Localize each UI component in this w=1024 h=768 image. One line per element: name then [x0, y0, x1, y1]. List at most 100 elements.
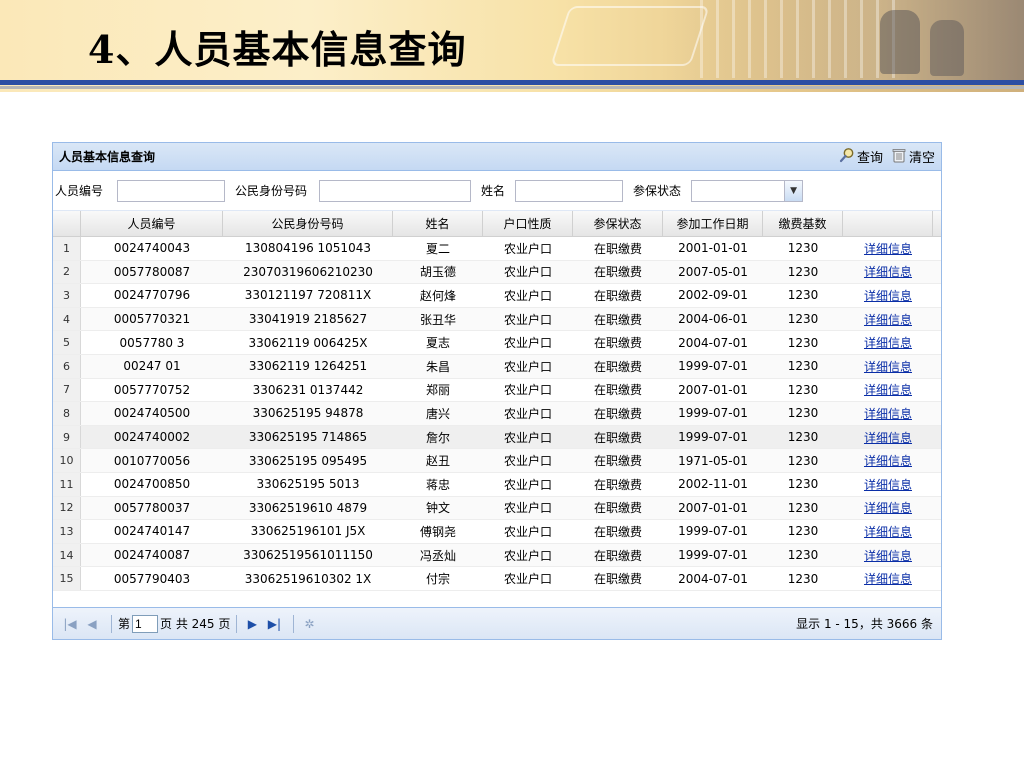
person-id-input[interactable] [117, 179, 226, 202]
cell-payment-base: 1230 [787, 548, 819, 563]
cell-rownum: 1 [53, 237, 81, 260]
table-row[interactable]: 1 0024740043 130804196 1051043 夏二 农业户口 在职缴费 20… [53, 237, 941, 261]
table-row[interactable]: 11 0024700850 330625195 5013 蒋忠 农业户口 在职缴费 2002… [53, 472, 941, 497]
column-header-actions [843, 211, 933, 236]
table-row[interactable]: 5 0057780 3 33062119 006425X 夏志 农业户口 在职缴费 2004… [53, 331, 941, 355]
cell-payment-base: 1230 [787, 359, 819, 374]
cell-insurance-status: 在职缴费 [593, 336, 642, 351]
table-row[interactable]: 7 0057770752 3306231 0137442 郑丽 农业户口 在职缴费 2007… [53, 378, 941, 403]
detail-link[interactable]: 详细信息 [864, 334, 912, 351]
refresh-icon[interactable]: ✲ [300, 617, 318, 631]
name-input[interactable] [515, 179, 624, 202]
person-grid: 人员编号 公民身份号码 姓名 户口性质 参保状态 参加工作日期 缴费基数 1 00… [53, 211, 941, 591]
cell-actions: 详细信息 [843, 497, 933, 520]
cell-name: 胡玉德 [419, 265, 456, 280]
status-select[interactable]: ▼ [691, 179, 804, 202]
cell-actions: 详细信息 [843, 379, 933, 402]
detail-link[interactable]: 详细信息 [864, 311, 912, 328]
detail-link[interactable]: 详细信息 [864, 476, 912, 493]
table-row[interactable]: 2 0057780087 23070319606210230 胡玉德 农业户口 在职缴费 2… [53, 260, 941, 285]
table-row[interactable]: 9 0024740002 330625195 714865 詹尔 农业户口 在职缴费 199… [53, 425, 941, 450]
cell-citizen-id: 330625196101 J5X [250, 524, 366, 539]
cell-actions: 详细信息 [843, 473, 933, 496]
cell-rownum: 6 [53, 354, 81, 378]
cell-insurance-status: 在职缴费 [593, 359, 642, 374]
prev-page-icon[interactable]: ◀ [83, 617, 101, 631]
table-row[interactable]: 14 0024740087 33062519561011150 冯丞灿 农业户口 在职缴费… [53, 543, 941, 568]
column-header-person-id[interactable]: 人员编号 [81, 211, 223, 236]
table-row[interactable]: 8 0024740500 330625195 94878 唐兴 农业户口 在职缴费 1999… [53, 402, 941, 426]
cell-citizen-id: 130804196 1051043 [245, 241, 371, 256]
toolbar-separator [111, 614, 112, 633]
table-row[interactable]: 6 00247 01 33062119 1264251 朱昌 农业户口 在职缴费 1999-… [53, 354, 941, 379]
chevron-down-icon[interactable]: ▼ [784, 180, 803, 201]
detail-link[interactable]: 详细信息 [864, 263, 912, 280]
cell-work-start-date: 1999-07-01 [678, 406, 748, 421]
cell-actions: 详细信息 [843, 237, 933, 260]
cell-payment-base: 1230 [787, 430, 819, 445]
cell-person-id: 0057780037 [113, 500, 191, 515]
banner-rule [0, 86, 1024, 89]
query-button-label: 查询 [856, 151, 883, 166]
cell-person-id: 0024740002 [113, 430, 191, 445]
column-header-household-type[interactable]: 户口性质 [483, 211, 573, 236]
magnifier-icon [839, 147, 855, 166]
cell-household-type: 农业户口 [503, 524, 552, 539]
detail-link[interactable]: 详细信息 [864, 381, 912, 398]
citizen-id-input[interactable] [319, 179, 472, 202]
cell-insurance-status: 在职缴费 [593, 265, 642, 280]
cell-name: 蒋忠 [425, 477, 450, 492]
cell-insurance-status: 在职缴费 [593, 430, 642, 445]
cell-household-type: 农业户口 [503, 312, 552, 327]
cell-household-type: 农业户口 [503, 406, 552, 421]
clear-button[interactable]: 清空 [891, 147, 935, 166]
person-query-panel: 人员基本信息查询 查询 清空 人员编号 公民身份号码 姓名 参保状态 ▼ 人员编… [52, 142, 942, 640]
cell-actions: 详细信息 [843, 355, 933, 378]
cell-person-id: 00247 01 [123, 359, 181, 374]
page-number-input[interactable] [132, 614, 159, 633]
table-row[interactable]: 12 0057780037 33062519610 4879 钟文 农业户口 在职缴费 20… [53, 496, 941, 521]
cell-payment-base: 1230 [787, 477, 819, 492]
column-header-work-start-date[interactable]: 参加工作日期 [663, 211, 763, 236]
clear-button-label: 清空 [908, 151, 935, 166]
cell-work-start-date: 2004-06-01 [678, 312, 748, 327]
cell-name: 郑丽 [425, 383, 450, 398]
detail-link[interactable]: 详细信息 [864, 452, 912, 469]
status-select-field[interactable] [692, 180, 785, 201]
banner-decoration [550, 6, 710, 66]
cell-insurance-status: 在职缴费 [593, 241, 642, 256]
table-row[interactable]: 10 0010770056 330625195 095495 赵丑 农业户口 在职缴费 19… [53, 449, 941, 473]
table-row[interactable]: 13 0024740147 330625196101 J5X 傅钢尧 农业户口 在职缴费 1… [53, 520, 941, 544]
cell-actions: 详细信息 [843, 331, 933, 354]
first-page-icon[interactable]: |◀ [61, 617, 79, 631]
table-row[interactable]: 4 0005770321 33041919 2185627 张丑华 农业户口 在职缴费 20… [53, 307, 941, 332]
column-header-insurance-status[interactable]: 参保状态 [573, 211, 663, 236]
cell-name: 张丑华 [419, 312, 456, 327]
detail-link[interactable]: 详细信息 [864, 358, 912, 375]
detail-link[interactable]: 详细信息 [864, 287, 912, 304]
cell-work-start-date: 2007-01-01 [678, 500, 748, 515]
cell-rownum: 9 [53, 425, 81, 449]
query-button[interactable]: 查询 [839, 147, 883, 166]
banner-silhouette [930, 20, 964, 76]
detail-link[interactable]: 详细信息 [864, 429, 912, 446]
column-header-citizen-id[interactable]: 公民身份号码 [223, 211, 393, 236]
detail-link[interactable]: 详细信息 [864, 570, 912, 587]
cell-work-start-date: 1999-07-01 [678, 430, 748, 445]
detail-link[interactable]: 详细信息 [864, 547, 912, 564]
detail-link[interactable]: 详细信息 [864, 405, 912, 422]
table-row[interactable]: 3 0024770796 330121197 720811X 赵何烽 农业户口 在职缴费 2… [53, 284, 941, 308]
cell-work-start-date: 2004-07-01 [678, 335, 748, 350]
detail-link[interactable]: 详细信息 [864, 499, 912, 516]
cell-name: 付宗 [425, 572, 450, 587]
table-row[interactable]: 15 0057790403 33062519610302 1X 付宗 农业户口 在职缴费 2… [53, 567, 941, 591]
detail-link[interactable]: 详细信息 [864, 240, 912, 257]
panel-title: 人员基本信息查询 [59, 150, 156, 164]
cell-rownum: 7 [53, 378, 81, 402]
cell-person-id: 0057780087 [113, 264, 191, 279]
column-header-name[interactable]: 姓名 [393, 211, 483, 236]
column-header-payment-base[interactable]: 缴费基数 [763, 211, 843, 236]
next-page-icon[interactable]: ▶ [243, 617, 261, 631]
detail-link[interactable]: 详细信息 [864, 523, 912, 540]
last-page-icon[interactable]: ▶| [265, 617, 283, 631]
